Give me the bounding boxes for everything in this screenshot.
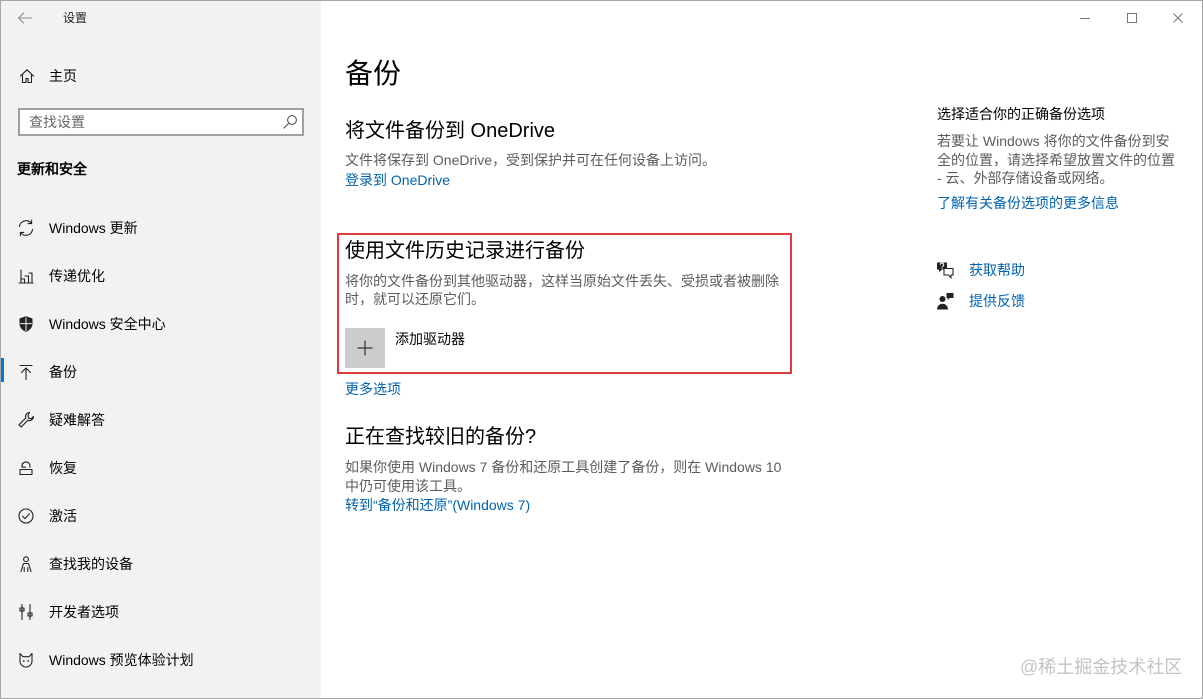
sidebar-item-label: Windows 预览体验计划 xyxy=(49,652,194,668)
section-title: 更新和安全 xyxy=(17,161,87,177)
backup-upload-icon xyxy=(17,363,35,381)
window-title: 设置 xyxy=(63,11,88,25)
sidebar-item-home[interactable]: 主页 xyxy=(0,58,320,94)
sidebar-item-label: 传递优化 xyxy=(49,268,105,284)
page-title: 备份 xyxy=(345,58,402,89)
plus-icon xyxy=(345,328,385,368)
add-drive-button[interactable]: 添加驱动器 xyxy=(345,328,485,368)
aside-description: 若要让 Windows 将你的文件备份到安 全的位置，请选择希望放置文件的位置 … xyxy=(937,132,1175,188)
sidebar-item-delivery-optimization[interactable]: 传递优化 xyxy=(0,252,320,300)
give-feedback-link[interactable]: 提供反馈 xyxy=(932,288,1072,314)
maximize-button[interactable] xyxy=(1109,1,1155,35)
sidebar-item-label: 恢复 xyxy=(49,460,77,476)
sidebar-item-label: Windows 更新 xyxy=(49,220,138,236)
description-line: 中仍可使用该工具。 xyxy=(345,478,471,494)
close-button[interactable] xyxy=(1155,1,1201,35)
older-backup-heading: 正在查找较旧的备份? xyxy=(345,426,537,448)
sidebar-item-troubleshoot[interactable]: 疑难解答 xyxy=(0,396,320,444)
sidebar-item-label: 查找我的设备 xyxy=(49,556,133,572)
developer-tools-icon xyxy=(17,603,35,621)
delivery-optimization-icon xyxy=(17,267,35,285)
sidebar-item-find-my-device[interactable]: 查找我的设备 xyxy=(0,540,320,588)
sidebar-item-label: Windows 安全中心 xyxy=(49,316,166,332)
description-line: - 云、外部存储设备或网络。 xyxy=(937,170,1114,186)
learn-more-backup-link[interactable]: 了解有关备份选项的更多信息 xyxy=(937,193,1119,213)
description-line: 若要让 Windows 将你的文件备份到安 xyxy=(937,133,1170,149)
get-help-label: 获取帮助 xyxy=(969,262,1025,278)
home-icon xyxy=(19,68,35,84)
check-circle-icon xyxy=(17,507,35,525)
sidebar-item-windows-update[interactable]: Windows 更新 xyxy=(0,204,320,252)
file-history-heading: 使用文件历史记录进行备份 xyxy=(345,240,585,262)
description-line: 时，就可以还原它们。 xyxy=(345,291,485,307)
add-drive-label: 添加驱动器 xyxy=(395,331,465,347)
sidebar-item-label: 备份 xyxy=(49,364,77,380)
sidebar-item-backup[interactable]: 备份 xyxy=(0,348,320,396)
search-input[interactable] xyxy=(20,110,275,134)
wrench-icon xyxy=(17,411,35,429)
sidebar-item-label: 疑难解答 xyxy=(49,412,105,428)
sidebar-item-label: 主页 xyxy=(49,68,77,84)
watermark: @稀土掘金技术社区 xyxy=(1020,657,1183,677)
description-line: 将你的文件备份到其他驱动器，这样当原始文件丢失、受损或者被删除 xyxy=(345,273,779,289)
selected-indicator xyxy=(0,358,4,382)
sidebar: 设置 主页 更新和安全 Windows 更新 xyxy=(0,0,321,699)
backup-restore-windows7-link[interactable]: 转到“备份和还原”(Windows 7) xyxy=(345,495,530,515)
shield-icon xyxy=(17,315,35,333)
recovery-icon xyxy=(17,459,35,477)
person-icon xyxy=(17,555,35,573)
sidebar-item-label: 激活 xyxy=(49,508,77,524)
onedrive-sign-in-link[interactable]: 登录到 OneDrive xyxy=(345,170,450,190)
search-icon[interactable] xyxy=(282,114,298,130)
sidebar-item-windows-security[interactable]: Windows 安全中心 xyxy=(0,300,320,348)
aside-heading: 选择适合你的正确备份选项 xyxy=(937,106,1105,122)
help-chat-icon xyxy=(936,261,954,279)
insider-cat-icon xyxy=(17,651,35,669)
give-feedback-label: 提供反馈 xyxy=(969,293,1025,309)
feedback-person-icon xyxy=(936,292,954,310)
sidebar-item-activation[interactable]: 激活 xyxy=(0,492,320,540)
back-button[interactable] xyxy=(1,1,49,35)
minimize-button[interactable] xyxy=(1062,1,1108,35)
older-backup-description: 如果你使用 Windows 7 备份和还原工具创建了备份，则在 Windows … xyxy=(345,458,781,496)
refresh-icon xyxy=(17,219,35,237)
search-box[interactable] xyxy=(18,108,304,136)
onedrive-description: 文件将保存到 OneDrive，受到保护并可在任何设备上访问。 xyxy=(345,152,717,168)
description-line: 全的位置，请选择希望放置文件的位置 xyxy=(937,151,1175,168)
more-options-link[interactable]: 更多选项 xyxy=(345,379,401,399)
onedrive-heading: 将文件备份到 OneDrive xyxy=(345,120,556,142)
sidebar-item-windows-insider[interactable]: Windows 预览体验计划 xyxy=(0,636,320,684)
sidebar-item-developer-options[interactable]: 开发者选项 xyxy=(0,588,320,636)
get-help-link[interactable]: 获取帮助 xyxy=(932,257,1072,283)
sidebar-item-label: 开发者选项 xyxy=(49,604,119,620)
sidebar-item-recovery[interactable]: 恢复 xyxy=(0,444,320,492)
settings-window: 设置 主页 更新和安全 Windows 更新 xyxy=(0,0,1203,699)
file-history-description: 将你的文件备份到其他驱动器，这样当原始文件丢失、受损或者被删除 时，就可以还原它… xyxy=(345,272,779,308)
description-line: 如果你使用 Windows 7 备份和还原工具创建了备份，则在 Windows … xyxy=(345,459,782,475)
